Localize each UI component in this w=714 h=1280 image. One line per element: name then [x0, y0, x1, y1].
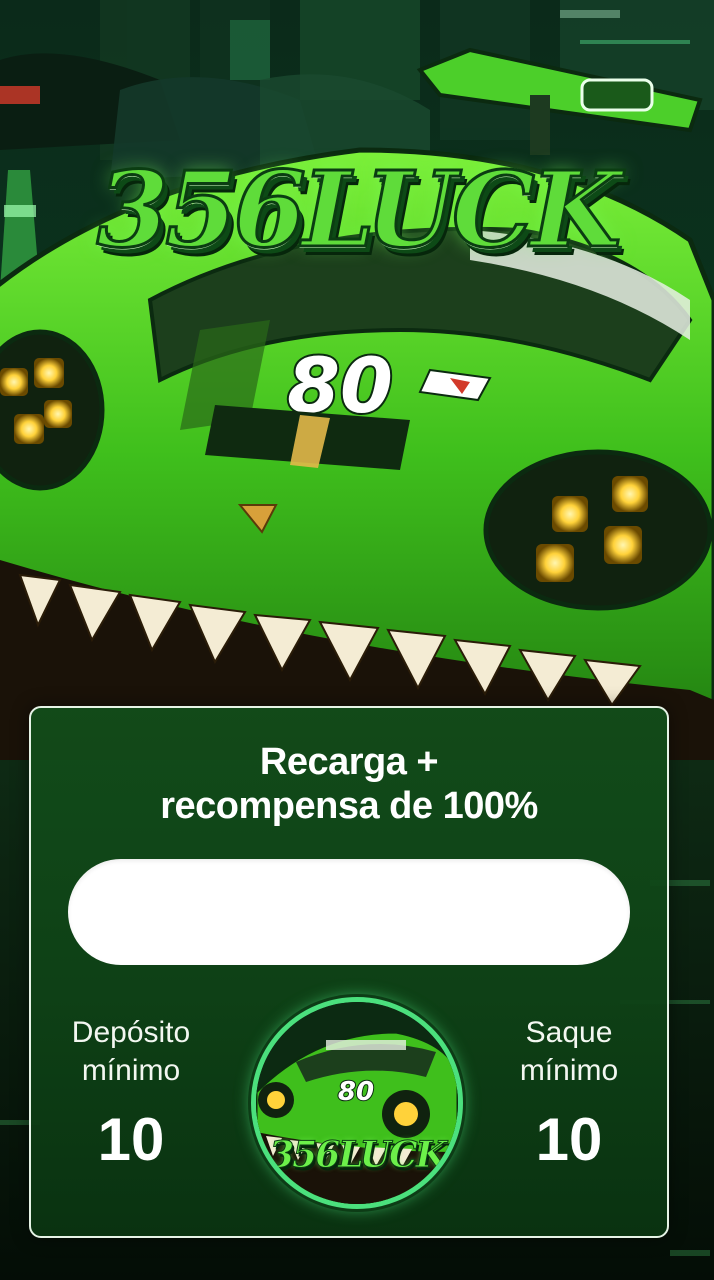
promo-card: Recarga + recompensa de 100% Depósito mí…: [29, 706, 669, 1238]
min-deposit-label-line1: Depósito: [71, 1016, 191, 1049]
min-withdraw-stat: Saque mínimo 10: [469, 1014, 669, 1170]
min-deposit-stat: Depósito mínimo 10: [31, 1014, 231, 1170]
min-withdraw-label-line2: mínimo: [519, 1054, 619, 1087]
promo-headline-line2: recompensa de 100%: [160, 785, 538, 827]
badge-brand-text: 356LUCK: [269, 1134, 448, 1177]
min-withdraw-label: Saque mínimo: [469, 1014, 669, 1090]
promo-code-input[interactable]: [68, 859, 630, 965]
brand-title: 356LUCK: [95, 148, 622, 271]
promo-headline-line1: Recarga +: [259, 741, 439, 783]
min-deposit-value: 10: [97, 1106, 165, 1173]
promo-headline: Recarga + recompensa de 100%: [51, 740, 647, 828]
min-withdraw-label-line1: Saque: [525, 1016, 613, 1049]
app-logo-badge[interactable]: 80 356LUCK: [251, 997, 463, 1209]
min-deposit-label-line2: mínimo: [81, 1054, 181, 1087]
badge-race-number: 80: [338, 1077, 374, 1107]
min-deposit-label: Depósito mínimo: [31, 1014, 231, 1090]
min-withdraw-value: 10: [535, 1106, 603, 1173]
